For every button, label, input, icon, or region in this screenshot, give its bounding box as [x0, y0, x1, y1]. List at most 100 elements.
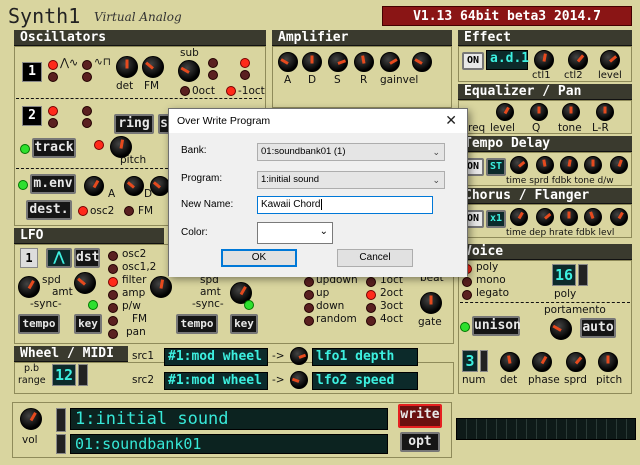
- sub-oct0-led[interactable]: [180, 86, 190, 96]
- unison-spread-knob[interactable]: [566, 352, 586, 372]
- sub-wave-led-3[interactable]: [240, 58, 250, 68]
- voice-count-display[interactable]: 16: [552, 264, 576, 286]
- amp-release-knob[interactable]: [354, 52, 374, 72]
- effect-on-button[interactable]: ON: [462, 52, 484, 70]
- ok-button[interactable]: OK: [221, 249, 297, 267]
- unison-phase-knob[interactable]: [532, 352, 552, 372]
- track-button[interactable]: track: [32, 138, 76, 158]
- portamento-auto-button[interactable]: auto: [580, 318, 616, 338]
- volume-knob[interactable]: [20, 408, 42, 430]
- pb-range-spinner[interactable]: [78, 364, 88, 386]
- keyboard-strip[interactable]: [456, 418, 636, 440]
- osc2-wave-led-2[interactable]: [48, 118, 58, 128]
- unison-pitch-knob[interactable]: [598, 352, 618, 372]
- lfo2-sync-led[interactable]: [244, 300, 254, 310]
- lfo-tempo-button[interactable]: tempo: [18, 314, 60, 334]
- dialog-close-icon[interactable]: ✕: [445, 112, 457, 129]
- amp-vel-knob[interactable]: [412, 52, 432, 72]
- voice-legato-led[interactable]: [462, 290, 472, 300]
- pb-range-display[interactable]: 12: [52, 364, 76, 386]
- eq-freq-knob[interactable]: [496, 103, 514, 121]
- dst1-select[interactable]: lfo1 depth: [312, 348, 418, 366]
- osc2-pitch-led[interactable]: [94, 140, 104, 150]
- arp-updown-led[interactable]: [304, 277, 314, 287]
- ring-button[interactable]: ring: [114, 114, 154, 134]
- arp-2oct-led[interactable]: [366, 290, 376, 300]
- delay-st-button[interactable]: ST: [486, 158, 506, 176]
- menv-decay-knob[interactable]: [150, 176, 170, 196]
- src1-amount-knob[interactable]: [290, 347, 308, 365]
- osc-detune-knob[interactable]: [116, 56, 138, 78]
- bank-name-display[interactable]: 01:soundbank01: [70, 434, 388, 454]
- chorus-depth-knob[interactable]: [536, 208, 554, 226]
- effect-ctl2-knob[interactable]: [568, 50, 588, 70]
- dest-osc2-led[interactable]: [78, 206, 88, 216]
- dest-button[interactable]: dest.: [26, 200, 72, 220]
- program-spinner[interactable]: [56, 408, 66, 432]
- unison-detune-knob[interactable]: [500, 352, 520, 372]
- osc2-wave-led-3[interactable]: [82, 106, 92, 116]
- arp-1oct-led[interactable]: [366, 277, 376, 287]
- src1-select[interactable]: #1:mod wheel: [164, 348, 268, 366]
- lfo2-tempo-button[interactable]: tempo: [176, 314, 218, 334]
- arp-4oct-led[interactable]: [366, 316, 376, 326]
- lfo-amount-knob[interactable]: [74, 272, 96, 294]
- arp-3oct-led[interactable]: [366, 303, 376, 313]
- lfo-dest-amp-led[interactable]: [108, 290, 118, 300]
- osc2-selector[interactable]: 2: [22, 106, 42, 126]
- write-button[interactable]: write: [398, 404, 442, 428]
- chorus-time-knob[interactable]: [510, 208, 528, 226]
- sub-wave-led-2[interactable]: [208, 70, 218, 80]
- lfo-dest-fm-led[interactable]: [108, 316, 118, 326]
- arp-random-led[interactable]: [304, 316, 314, 326]
- dest-fm-led[interactable]: [124, 206, 134, 216]
- lfo2-key-button[interactable]: key: [230, 314, 258, 334]
- delay-sprd-knob[interactable]: [536, 156, 554, 174]
- osc2-wave-led-4[interactable]: [82, 118, 92, 128]
- track-led[interactable]: [20, 144, 30, 154]
- menv-amount-knob[interactable]: [84, 176, 104, 196]
- osc1-wave-led-4[interactable]: [82, 72, 92, 82]
- osc1-selector[interactable]: 1: [22, 62, 42, 82]
- delay-fdbk-knob[interactable]: [560, 156, 578, 174]
- lfo-dest-filter-led[interactable]: [108, 277, 118, 287]
- lfo2-speed-knob[interactable]: [150, 276, 172, 298]
- portamento-knob[interactable]: [550, 318, 572, 340]
- osc1-wave-led-3[interactable]: [82, 60, 92, 70]
- lfo-sync-led[interactable]: [88, 300, 98, 310]
- unison-num-display[interactable]: 3: [462, 350, 478, 372]
- unison-button[interactable]: unison: [472, 316, 521, 336]
- eq-q-knob[interactable]: [530, 103, 548, 121]
- opt-button[interactable]: opt: [400, 432, 440, 452]
- eq-tone-knob[interactable]: [562, 103, 580, 121]
- osc1-wave-led-2[interactable]: [48, 72, 58, 82]
- delay-tone-knob[interactable]: [584, 156, 602, 174]
- unison-num-spinner[interactable]: [480, 350, 488, 372]
- lfo-dst-button[interactable]: dst: [74, 248, 100, 268]
- voice-mono-led[interactable]: [462, 277, 472, 287]
- unison-led[interactable]: [460, 322, 470, 332]
- src2-select[interactable]: #1:mod wheel: [164, 372, 268, 390]
- osc-fm-knob[interactable]: [142, 56, 164, 78]
- program-dropdown[interactable]: 1:initial sound ⌄: [257, 171, 445, 189]
- menv-button[interactable]: m.env: [30, 174, 76, 194]
- chorus-rate-knob[interactable]: [560, 208, 578, 226]
- effect-level-knob[interactable]: [600, 50, 620, 70]
- eq-pan-knob[interactable]: [596, 103, 614, 121]
- chorus-x1-button[interactable]: x1: [486, 210, 506, 228]
- lfo-dest-osc12-led[interactable]: [108, 264, 118, 274]
- delay-dw-knob[interactable]: [610, 156, 628, 174]
- new-name-input[interactable]: Kawaii Chord: [257, 196, 433, 214]
- src2-amount-knob[interactable]: [290, 371, 308, 389]
- osc2-wave-led[interactable]: [48, 106, 58, 116]
- lfo-dest-pw-led[interactable]: [108, 303, 118, 313]
- arp-up-led[interactable]: [304, 290, 314, 300]
- amp-sustain-knob[interactable]: [328, 52, 348, 72]
- amp-attack-knob[interactable]: [278, 52, 298, 72]
- bank-dropdown[interactable]: 01:soundbank01 (1) ⌄: [257, 143, 445, 161]
- amp-decay-knob[interactable]: [302, 52, 322, 72]
- lfo-wave-button[interactable]: ⋀: [46, 248, 72, 268]
- delay-time-knob[interactable]: [510, 156, 528, 174]
- sub-wave-led-4[interactable]: [240, 70, 250, 80]
- effect-type-display[interactable]: a.d.1: [486, 50, 529, 70]
